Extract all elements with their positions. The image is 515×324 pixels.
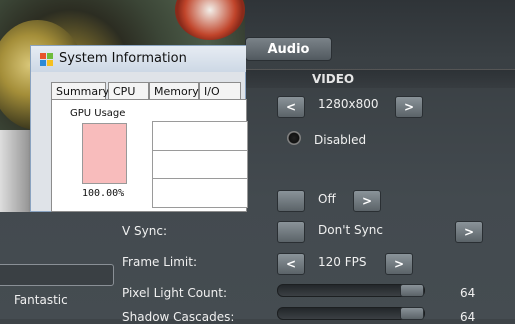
resolution-next-button[interactable]: > bbox=[395, 96, 423, 118]
orb-art bbox=[175, 0, 245, 40]
tab-cpu[interactable]: CPU bbox=[108, 82, 149, 99]
shadow-cascades-value: 64 bbox=[460, 310, 476, 324]
fullscreen-state: Disabled bbox=[314, 133, 367, 147]
tab-io[interactable]: I/O bbox=[199, 82, 241, 99]
system-information-window[interactable]: System Information Summary CPU Memory I/… bbox=[30, 45, 248, 212]
graph-gridline bbox=[153, 178, 247, 179]
window-title: System Information bbox=[59, 51, 187, 66]
tab-summary[interactable]: Summary bbox=[51, 82, 109, 99]
shadow-cascades-slider-handle[interactable] bbox=[400, 307, 424, 320]
resolution-prev-button[interactable]: < bbox=[277, 96, 305, 118]
shadow-cascades-label: Shadow Cascades: bbox=[122, 310, 235, 324]
vsync-value: Don't Sync bbox=[318, 223, 383, 237]
pixel-light-slider[interactable] bbox=[277, 284, 425, 297]
frame-limit-value: 120 FPS bbox=[318, 255, 367, 269]
vsync-label: V Sync: bbox=[122, 224, 167, 238]
graph-gridline bbox=[153, 150, 247, 151]
vsync-next-button[interactable]: > bbox=[455, 221, 483, 243]
frame-limit-label: Frame Limit: bbox=[122, 255, 197, 269]
quality-dropdown[interactable] bbox=[0, 264, 114, 286]
gpu-usage-meter bbox=[82, 123, 127, 184]
frame-limit-prev-button[interactable]: < bbox=[277, 253, 305, 275]
tab-memory[interactable]: Memory bbox=[149, 82, 199, 99]
pixel-light-label: Pixel Light Count: bbox=[122, 286, 228, 300]
summary-panel: GPU Usage 100.00% bbox=[51, 99, 248, 212]
fullscreen-radio[interactable] bbox=[287, 131, 301, 145]
window-titlebar[interactable]: System Information bbox=[31, 46, 246, 72]
shadow-cascades-slider[interactable] bbox=[277, 307, 425, 320]
resolution-value: 1280x800 bbox=[318, 97, 379, 111]
usage-history-graph bbox=[152, 121, 248, 208]
frame-limit-next-button[interactable]: > bbox=[385, 253, 413, 275]
pixel-light-slider-handle[interactable] bbox=[400, 284, 424, 297]
aa-value: Off bbox=[318, 192, 336, 206]
audio-button[interactable]: Audio bbox=[245, 37, 332, 61]
aa-next-button[interactable]: > bbox=[353, 190, 381, 212]
aa-prev-button[interactable] bbox=[277, 190, 305, 212]
quality-value: Fantastic bbox=[14, 293, 68, 307]
gpu-usage-value: 100.00% bbox=[82, 188, 125, 199]
video-section-header: VIDEO bbox=[245, 69, 515, 88]
video-header-label: VIDEO bbox=[312, 72, 355, 86]
windows-logo-icon bbox=[40, 53, 53, 66]
gpu-usage-label: GPU Usage bbox=[70, 108, 126, 119]
vsync-prev-button[interactable] bbox=[277, 221, 305, 243]
pixel-light-value: 64 bbox=[460, 286, 476, 300]
